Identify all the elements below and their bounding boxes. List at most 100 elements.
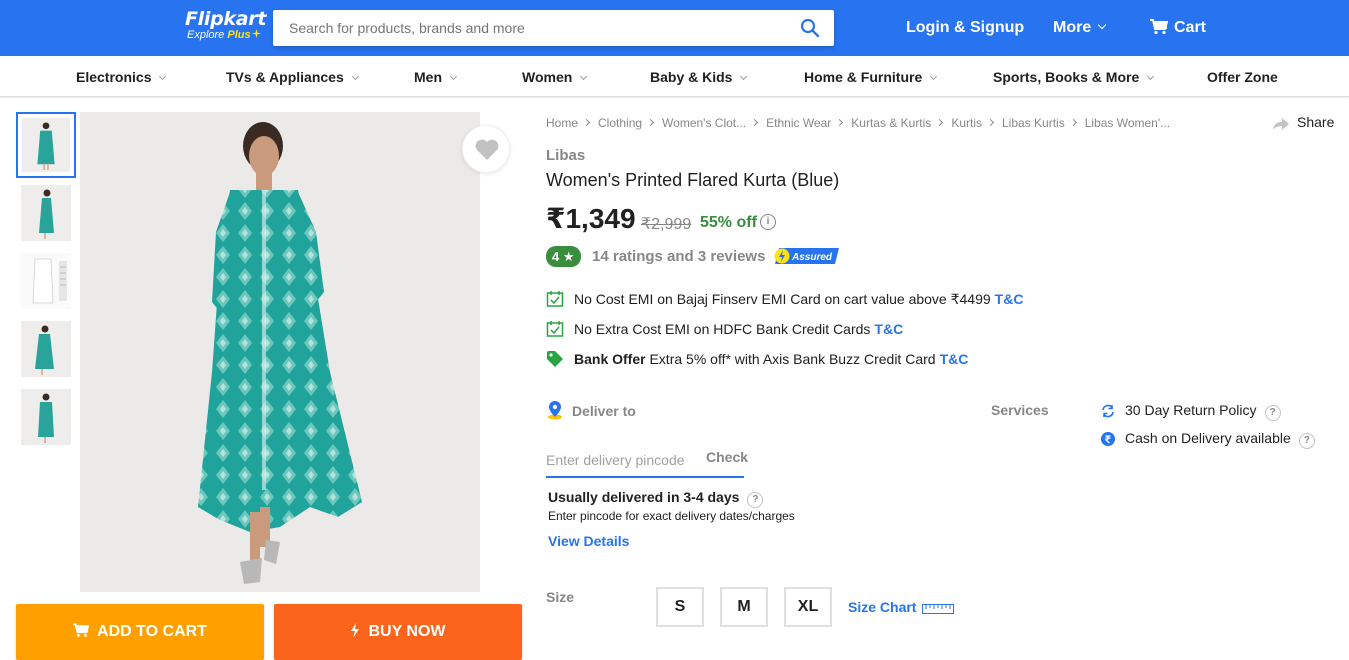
return-arrows-icon bbox=[1102, 404, 1114, 418]
deliver-to-text: Deliver to bbox=[572, 403, 636, 419]
logo-tagline: Explore Plus bbox=[187, 29, 275, 42]
chevron-right-icon bbox=[986, 118, 995, 127]
offer-text: No Extra Cost EMI on HDFC Bank Credit Ca… bbox=[574, 321, 871, 337]
rating-badge[interactable]: 4 ★ bbox=[546, 246, 581, 267]
cart-button[interactable]: Cart bbox=[1150, 18, 1206, 38]
view-details-link[interactable]: View Details bbox=[548, 533, 629, 549]
thumbnail-3[interactable] bbox=[16, 248, 76, 314]
chevron-down-icon bbox=[740, 72, 748, 81]
login-signup-button[interactable]: Login & Signup bbox=[906, 18, 1024, 38]
breadcrumb-item[interactable]: Women's Clot... bbox=[662, 116, 746, 130]
help-icon[interactable]: ? bbox=[747, 492, 764, 508]
breadcrumb-item[interactable]: Clothing bbox=[598, 116, 642, 130]
breadcrumb-item[interactable]: Ethnic Wear bbox=[766, 116, 831, 130]
price-info-icon[interactable]: i bbox=[760, 214, 776, 230]
category-label: Baby & Kids bbox=[650, 69, 733, 85]
more-menu[interactable]: More bbox=[1053, 18, 1107, 38]
help-icon[interactable]: ? bbox=[1298, 433, 1315, 449]
offer-bold: Bank Offer bbox=[574, 351, 646, 367]
heart-icon bbox=[475, 139, 499, 160]
category-sports-books[interactable]: Sports, Books & More bbox=[993, 69, 1155, 85]
category-offer-zone[interactable]: Offer Zone bbox=[1207, 69, 1278, 85]
add-to-cart-label: ADD TO CART bbox=[97, 623, 207, 640]
breadcrumb-item[interactable]: Kurtis bbox=[951, 116, 982, 130]
category-label: TVs & Appliances bbox=[226, 69, 344, 85]
category-label: Offer Zone bbox=[1207, 69, 1278, 85]
chevron-down-icon bbox=[1147, 72, 1155, 81]
tag-icon bbox=[547, 351, 563, 367]
cart-icon bbox=[73, 623, 90, 637]
category-women[interactable]: Women bbox=[522, 69, 588, 85]
product-main-image[interactable] bbox=[80, 112, 480, 592]
category-men[interactable]: Men bbox=[414, 69, 458, 85]
offer-text: Extra 5% off* with Axis Bank Buzz Credit… bbox=[645, 351, 936, 367]
add-to-cart-button[interactable]: ADD TO CART bbox=[16, 604, 264, 660]
flipkart-logo[interactable]: Flipkart Explore Plus bbox=[185, 9, 275, 42]
thumbnail-5[interactable] bbox=[16, 384, 76, 450]
chevron-right-icon bbox=[751, 118, 759, 127]
service-cash-on-delivery: Cash on Delivery available? bbox=[1101, 430, 1315, 449]
thumbnail-2[interactable] bbox=[16, 180, 76, 246]
offer-text: No Cost EMI on Bajaj Finserv EMI Card on… bbox=[574, 291, 991, 307]
rupee-icon bbox=[1101, 432, 1115, 446]
offer-item: No Cost EMI on Bajaj Finserv EMI Card on… bbox=[546, 290, 1023, 308]
logo-wordmark: Flipkart bbox=[185, 8, 267, 30]
category-label: Electronics bbox=[76, 69, 152, 85]
breadcrumb-item[interactable]: Home bbox=[546, 116, 578, 130]
chevron-right-icon bbox=[582, 118, 591, 127]
search-icon[interactable] bbox=[800, 18, 820, 38]
share-button[interactable]: Share bbox=[1273, 114, 1334, 130]
category-bar: Electronics TVs & Appliances Men Women B… bbox=[0, 56, 1349, 97]
thumbnail-1[interactable] bbox=[16, 112, 76, 178]
chevron-down-icon bbox=[1097, 20, 1107, 30]
breadcrumb-item[interactable]: Kurtas & Kurtis bbox=[851, 116, 931, 130]
thumbnail-image bbox=[21, 185, 71, 241]
thumbnail-4[interactable] bbox=[16, 316, 76, 382]
category-electronics[interactable]: Electronics bbox=[76, 69, 167, 85]
size-chart-link[interactable]: Size Chart bbox=[848, 599, 955, 615]
logo-tagline-plus: Plus bbox=[227, 29, 251, 41]
wishlist-button[interactable] bbox=[462, 125, 510, 173]
services-label: Services bbox=[991, 402, 1049, 418]
ratings-reviews-count[interactable]: 14 ratings and 3 reviews bbox=[592, 248, 765, 265]
chevron-down-icon bbox=[580, 72, 588, 81]
category-home-furniture[interactable]: Home & Furniture bbox=[804, 69, 938, 85]
top-header: Flipkart Explore Plus Login & Signup Mor… bbox=[0, 0, 1349, 56]
offer-tc-link[interactable]: T&C bbox=[940, 351, 969, 367]
offer-item: No Extra Cost EMI on HDFC Bank Credit Ca… bbox=[546, 320, 903, 338]
category-tvs-appliances[interactable]: TVs & Appliances bbox=[226, 69, 359, 85]
kurta-model-image bbox=[80, 112, 480, 592]
size-option-m[interactable]: M bbox=[720, 587, 768, 627]
thumbnail-image bbox=[21, 253, 71, 309]
size-chart-label: Size Chart bbox=[848, 599, 917, 615]
breadcrumb-item[interactable]: Libas Women'... bbox=[1085, 116, 1170, 130]
product-brand[interactable]: Libas bbox=[546, 147, 585, 164]
category-label: Sports, Books & More bbox=[993, 69, 1140, 85]
help-icon[interactable]: ? bbox=[1264, 405, 1281, 421]
offer-tc-link[interactable]: T&C bbox=[995, 291, 1024, 307]
star-icon: ★ bbox=[562, 249, 575, 264]
delivery-estimate: Usually delivered in 3-4 days? bbox=[548, 489, 764, 508]
product-title: Women's Printed Flared Kurta (Blue) bbox=[546, 170, 840, 190]
pincode-input[interactable] bbox=[546, 446, 696, 474]
size-option-s[interactable]: S bbox=[656, 587, 704, 627]
buy-now-button[interactable]: BUY NOW bbox=[274, 604, 522, 660]
offer-tc-link[interactable]: T&C bbox=[874, 321, 903, 337]
breadcrumb-item[interactable]: Libas Kurtis bbox=[1002, 116, 1065, 130]
thumbnail-image bbox=[22, 118, 70, 172]
size-option-xl[interactable]: XL bbox=[784, 587, 832, 627]
check-pincode-button[interactable]: Check bbox=[706, 449, 748, 465]
location-pin-icon bbox=[548, 401, 562, 420]
offer-item: Bank Offer Extra 5% off* with Axis Bank … bbox=[546, 350, 968, 368]
delivery-estimate-text: Usually delivered in 3-4 days bbox=[548, 489, 740, 505]
category-baby-kids[interactable]: Baby & Kids bbox=[650, 69, 748, 85]
assured-badge: Assured bbox=[773, 247, 841, 265]
size-label: Size bbox=[546, 589, 575, 605]
category-label: Home & Furniture bbox=[804, 69, 923, 85]
chevron-right-icon bbox=[936, 118, 944, 127]
search-input[interactable] bbox=[273, 10, 783, 46]
plus-star-icon bbox=[251, 29, 261, 38]
emi-icon bbox=[546, 321, 564, 337]
thumbnail-image bbox=[21, 389, 71, 445]
discount-label: 55% off bbox=[700, 214, 757, 231]
